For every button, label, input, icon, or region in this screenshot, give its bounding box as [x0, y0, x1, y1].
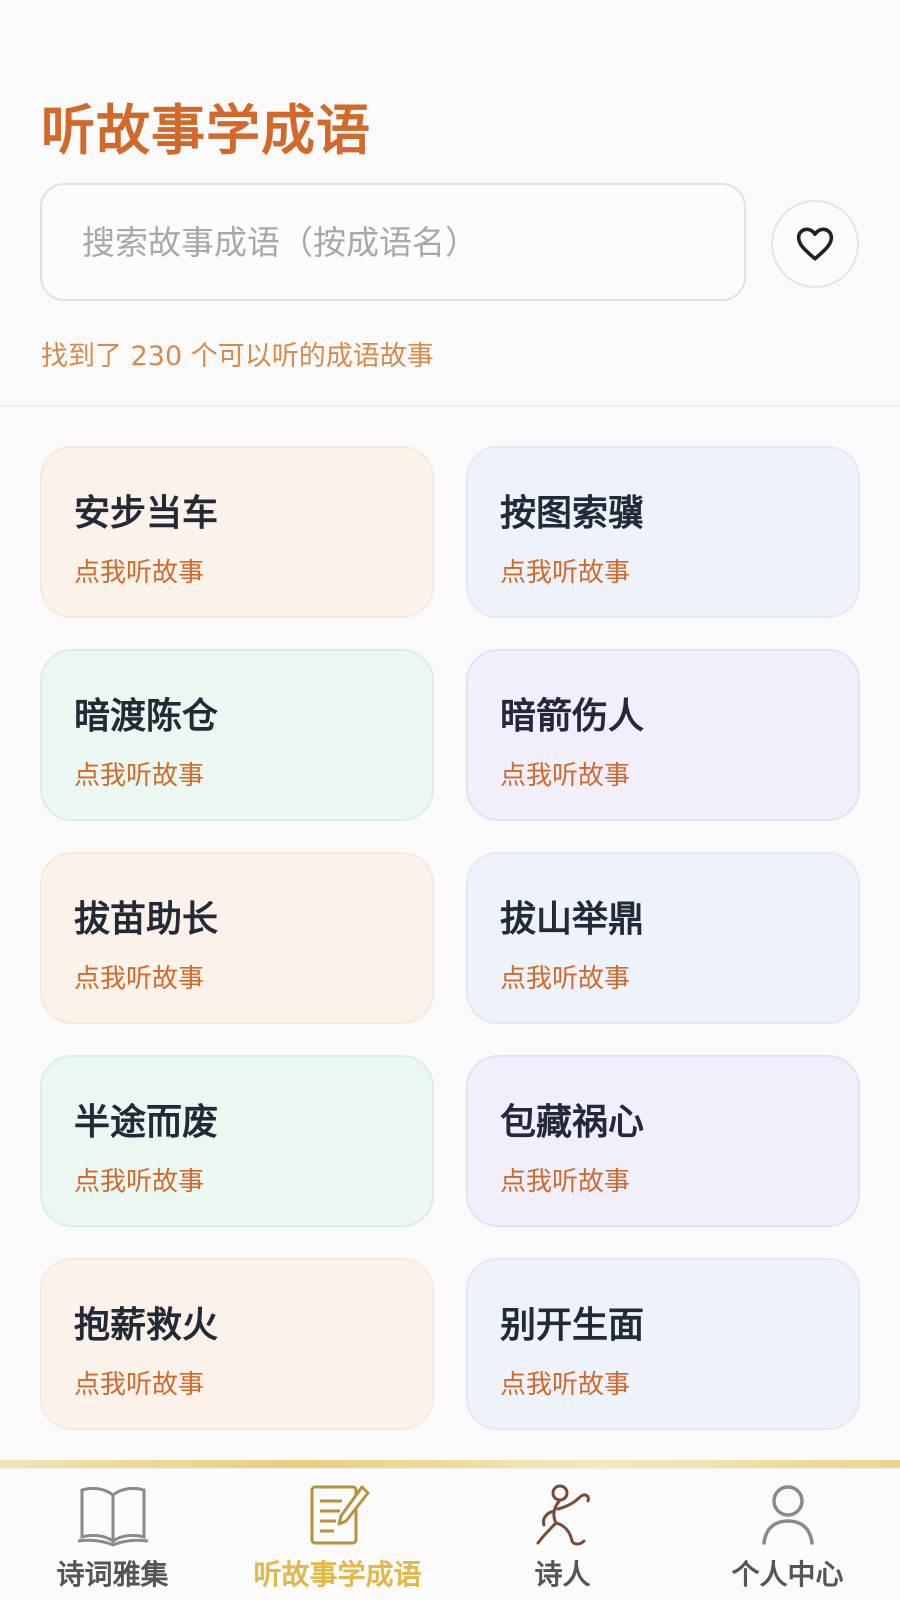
- idiom-name: 别开生面: [500, 1305, 645, 1346]
- header: 听故事学成语 找到了 230 个可以听的成语故事: [0, 0, 900, 407]
- idiom-name: 暗渡陈仓: [74, 696, 219, 737]
- tab-poetry[interactable]: 诗词雅集: [0, 1469, 225, 1600]
- listen-story-link[interactable]: 点我听故事: [500, 1364, 630, 1401]
- user-icon: [761, 1485, 814, 1545]
- idiom-card[interactable]: 抱薪救火 点我听故事: [40, 1258, 434, 1430]
- listen-story-link[interactable]: 点我听故事: [74, 755, 204, 792]
- tab-label: 诗人: [534, 1558, 591, 1591]
- idiom-name: 半途而废: [74, 1102, 219, 1143]
- tab-label: 诗词雅集: [56, 1558, 169, 1591]
- tab-label: 听故事学成语: [253, 1558, 422, 1591]
- decorative-strip: [0, 1460, 900, 1468]
- idiom-card[interactable]: 别开生面 点我听故事: [466, 1258, 860, 1430]
- listen-story-link[interactable]: 点我听故事: [74, 552, 204, 589]
- listen-story-link[interactable]: 点我听故事: [74, 1161, 204, 1198]
- listen-story-link[interactable]: 点我听故事: [500, 958, 630, 995]
- poet-figure-icon: [536, 1484, 590, 1546]
- favorites-button[interactable]: [771, 200, 859, 288]
- idiom-card[interactable]: 安步当车 点我听故事: [40, 446, 434, 618]
- page-title: 听故事学成语: [41, 99, 371, 162]
- idiom-name: 包藏祸心: [500, 1102, 645, 1143]
- idiom-card[interactable]: 暗箭伤人 点我听故事: [466, 649, 860, 821]
- listen-story-link[interactable]: 点我听故事: [74, 1364, 204, 1401]
- search-box[interactable]: [40, 183, 746, 301]
- listen-story-link[interactable]: 点我听故事: [500, 1161, 630, 1198]
- search-input[interactable]: [82, 185, 702, 299]
- tab-poets[interactable]: 诗人: [450, 1469, 675, 1600]
- idiom-card[interactable]: 包藏祸心 点我听故事: [466, 1055, 860, 1227]
- idiom-name: 安步当车: [74, 493, 219, 534]
- tab-idiom-stories[interactable]: 听故事学成语: [225, 1469, 450, 1600]
- listen-story-link[interactable]: 点我听故事: [500, 755, 630, 792]
- listen-story-link[interactable]: 点我听故事: [74, 958, 204, 995]
- book-icon: [77, 1486, 148, 1547]
- idiom-name: 按图索骥: [500, 493, 645, 534]
- idiom-name: 暗箭伤人: [500, 696, 645, 737]
- idiom-card[interactable]: 按图索骥 点我听故事: [466, 446, 860, 618]
- listen-story-link[interactable]: 点我听故事: [500, 552, 630, 589]
- tab-profile[interactable]: 个人中心: [675, 1469, 900, 1600]
- heart-icon: [796, 227, 834, 261]
- idiom-card[interactable]: 拔苗助长 点我听故事: [40, 852, 434, 1024]
- bottom-tab-bar: 诗词雅集 听故事学成语 诗人 个人中心: [0, 1468, 900, 1600]
- idiom-name: 抱薪救火: [74, 1305, 219, 1346]
- idiom-card[interactable]: 拔山举鼎 点我听故事: [466, 852, 860, 1024]
- idiom-name: 拔山举鼎: [500, 899, 645, 940]
- tab-label: 个人中心: [731, 1558, 844, 1591]
- result-count: 找到了 230 个可以听的成语故事: [41, 341, 434, 372]
- notepad-pen-icon: [310, 1485, 369, 1545]
- idiom-card[interactable]: 暗渡陈仓 点我听故事: [40, 649, 434, 821]
- idiom-name: 拔苗助长: [74, 899, 219, 940]
- page: 听故事学成语 找到了 230 个可以听的成语故事 安步当车点我听故事按图索骥点我…: [0, 0, 900, 1600]
- idiom-card[interactable]: 半途而废 点我听故事: [40, 1055, 434, 1227]
